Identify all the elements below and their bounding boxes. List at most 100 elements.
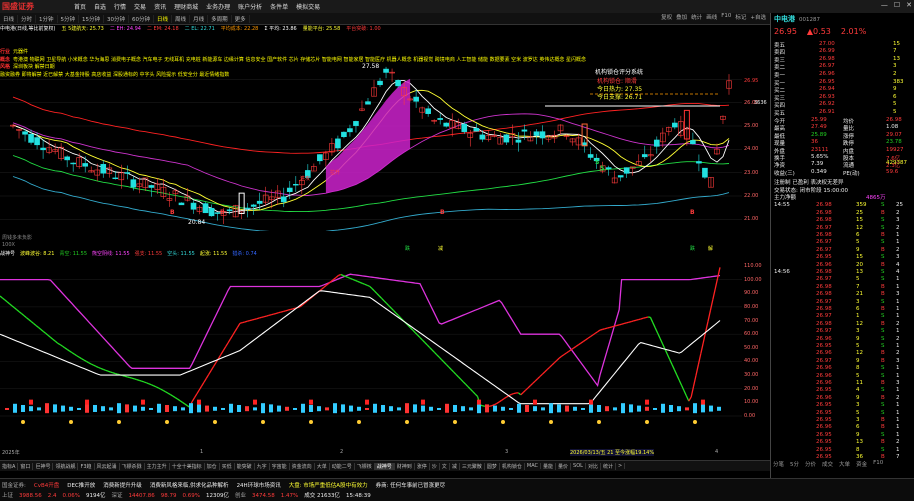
news-item-0[interactable]: 国金证券: xyxy=(2,483,26,489)
news-item-4[interactable]: 消费新风格来临,供求化品种解析 xyxy=(150,483,229,489)
period-tab-1[interactable]: 分时 xyxy=(18,15,36,23)
indicator-tab-31[interactable]: 对比 xyxy=(586,463,601,470)
period-tab-4[interactable]: 15分钟 xyxy=(79,15,104,23)
tool-button-3[interactable]: 画线 xyxy=(706,13,717,21)
indicator-tab-9[interactable]: 加仓 xyxy=(205,463,220,470)
indicator-tab-33[interactable]: > xyxy=(616,463,625,469)
menu-item-5[interactable]: 理财商城 xyxy=(170,2,202,11)
period-tab-3[interactable]: 5分钟 xyxy=(58,15,80,23)
period-tab-9[interactable]: 月线 xyxy=(190,15,208,23)
tick-row: 26.973S1 xyxy=(771,328,914,335)
momentum-segment xyxy=(607,327,609,328)
indicator-tab-19[interactable]: 财神到 xyxy=(395,463,415,470)
menu-item-3[interactable]: 交易 xyxy=(130,2,150,11)
menu-item-4[interactable]: 资讯 xyxy=(150,2,170,11)
indicator-tab-10[interactable]: 买低 xyxy=(220,463,235,470)
tick-volume: 7 xyxy=(856,284,860,290)
sub-histogram-bar xyxy=(157,404,161,413)
tick-price: 26.96 xyxy=(816,395,832,401)
period-tab-6[interactable]: 60分钟 xyxy=(129,15,154,23)
indicator-tab-29[interactable]: 量价 xyxy=(556,463,571,470)
tool-button-0[interactable]: 复权 xyxy=(661,13,672,21)
news-item-7[interactable]: 券商: 任何车事前已冒涨更尽 xyxy=(376,483,446,489)
sub-indicator-chart[interactable] xyxy=(0,258,742,448)
tool-button-1[interactable]: 叠加 xyxy=(676,13,687,21)
momentum-segment xyxy=(389,306,391,308)
quote-tab-3[interactable]: 成交 xyxy=(822,460,833,468)
indicator-tab-12[interactable]: 九字 xyxy=(255,463,270,470)
indicator-tab-5[interactable]: 风云起涌 xyxy=(95,463,120,470)
news-item-3[interactable]: 消费新提升升级 xyxy=(103,483,142,489)
menu-item-9[interactable]: 模拟交易 xyxy=(292,2,324,11)
indicator-tab-15[interactable]: 大单 xyxy=(315,463,330,470)
menu-item-7[interactable]: 账户分析 xyxy=(234,2,266,11)
menu-item-1[interactable]: 自选 xyxy=(90,2,110,11)
minimize-icon[interactable]: — xyxy=(881,1,888,9)
tool-button-5[interactable]: 标记 xyxy=(735,13,746,21)
indicator-tab-23[interactable]: 减 xyxy=(450,463,460,470)
news-item-1[interactable]: CvB4开盘 xyxy=(34,483,59,489)
buy-mark-2: B xyxy=(440,209,445,216)
indicator-tab-0[interactable]: 指标A xyxy=(0,463,18,470)
momentum-segment xyxy=(679,380,681,385)
maximize-icon[interactable]: ☐ xyxy=(894,1,900,9)
news-item-5[interactable]: 24H环球市场资讯 xyxy=(237,483,281,489)
period-tab-10[interactable]: 多周期 xyxy=(208,15,232,23)
period-tab-0[interactable]: 日线 xyxy=(0,15,18,23)
quote-tab-0[interactable]: 分笔 xyxy=(773,460,784,468)
indicator-tab-17[interactable]: 飞镖核 xyxy=(355,463,375,470)
indicator-tab-27[interactable]: MAC xyxy=(525,463,541,469)
indicator-tab-1[interactable]: 窗口 xyxy=(18,463,33,470)
indicator-tab-30[interactable]: SOL xyxy=(571,463,586,469)
indicator-tab-21[interactable]: 沙 xyxy=(430,463,440,470)
tool-button-6[interactable]: +自选 xyxy=(750,13,766,21)
period-tab-11[interactable]: 更多 xyxy=(232,15,250,23)
menu-item-2[interactable]: 行情 xyxy=(110,2,130,11)
tick-row: 26.9812B2 xyxy=(771,321,914,328)
menu-item-0[interactable]: 首页 xyxy=(70,2,90,11)
indicator-tab-26[interactable]: 机构锁仓 xyxy=(500,463,525,470)
news-item-2[interactable]: DEC推开放 xyxy=(67,483,95,489)
indicator-tab-3[interactable]: 领航战舰 xyxy=(53,463,78,470)
tick-volume: 9 xyxy=(856,395,860,401)
tool-button-2[interactable]: 统计 xyxy=(691,13,702,21)
indicator-tab-4[interactable]: F3趋 xyxy=(78,463,94,470)
indicator-tab-2[interactable]: 巨神号 xyxy=(33,463,53,470)
period-tab-2[interactable]: 1分钟 xyxy=(36,15,58,23)
indicator-tab-25[interactable]: 圆梦 xyxy=(485,463,500,470)
indicator-tab-18[interactable]: 战神号 xyxy=(375,463,395,470)
indicator-tab-20[interactable]: 涨停 xyxy=(415,463,430,470)
indicator-tab-22[interactable]: 文 xyxy=(440,463,450,470)
momentum-segment xyxy=(192,398,194,402)
quote-tab-1[interactable]: 5分 xyxy=(790,460,799,468)
tick-price: 26.97 xyxy=(816,358,832,364)
momentum-segment xyxy=(144,382,146,383)
indicator-tab-7[interactable]: 主力主升 xyxy=(145,463,170,470)
close-icon[interactable]: ✕ xyxy=(906,1,912,9)
momentum-segment xyxy=(425,343,427,345)
menu-item-6[interactable]: 业务办理 xyxy=(202,2,234,11)
indicator-tab-16[interactable]: 动能二号 xyxy=(330,463,355,470)
indicator-tab-6[interactable]: 飞镖杀戮 xyxy=(120,463,145,470)
indicator-tab-32[interactable]: 统计 xyxy=(601,463,616,470)
indicator-tab-11[interactable]: 能突破 xyxy=(235,463,255,470)
quote-tab-5[interactable]: 资金 xyxy=(856,460,867,468)
news-item-6[interactable]: 大盘: 市场严重低估A股中有效力 xyxy=(289,483,368,489)
period-tab-8[interactable]: 周线 xyxy=(172,15,190,23)
menu-item-8[interactable]: 条件单 xyxy=(266,2,292,11)
indicator-tab-28[interactable]: 量能 xyxy=(541,463,556,470)
kline-chart[interactable]: 27.5820.84机构锁仓评分系统机构锁仓: 顺滑今日热力: 27.35今日支… xyxy=(0,56,742,231)
indicator-tab-13[interactable]: 宇宙能 xyxy=(270,463,290,470)
sub-tick: 20.00 xyxy=(744,386,758,392)
indicator-tab-24[interactable]: 三元聚散 xyxy=(460,463,485,470)
tool-button-4[interactable]: F10 xyxy=(721,13,731,21)
indicator-tab-8[interactable]: 十全十美指标 xyxy=(170,463,205,470)
indicator-tab-14[interactable]: 资金流向 xyxy=(290,463,315,470)
momentum-segment xyxy=(622,324,624,325)
period-tab-7[interactable]: 日线 xyxy=(154,15,172,23)
quote-tab-2[interactable]: 分价 xyxy=(805,460,816,468)
quote-tab-4[interactable]: 大单 xyxy=(839,460,850,468)
quote-tab-6[interactable]: F10 xyxy=(873,460,883,468)
period-tab-5[interactable]: 30分钟 xyxy=(104,15,129,23)
tick-row: 26.955S1 xyxy=(771,410,914,417)
